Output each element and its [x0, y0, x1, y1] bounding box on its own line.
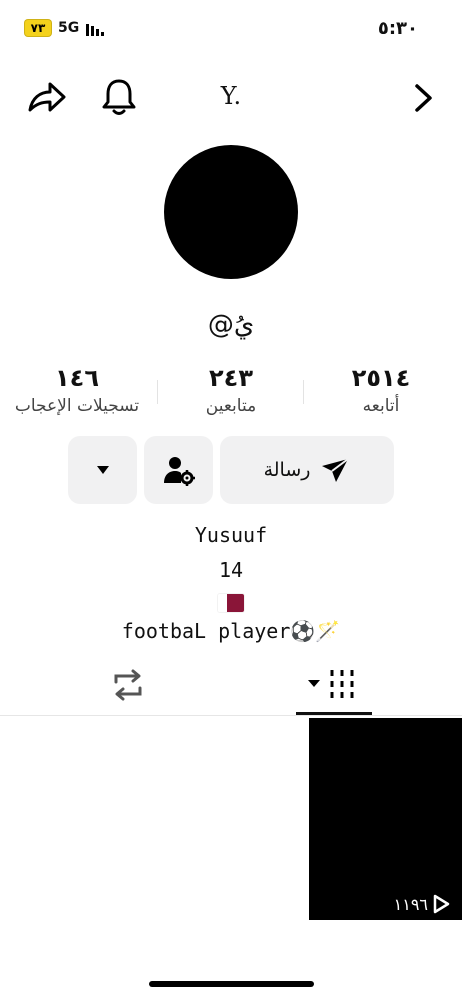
qatar-flag-icon [218, 594, 244, 612]
view-count-value: ١١٩٦ [393, 894, 428, 914]
divider [0, 715, 462, 716]
signal-icon [86, 24, 104, 36]
bio-age: 14 [218, 558, 244, 582]
status-time: ٥:٣٠ [377, 18, 418, 39]
message-button-label: رسالة [263, 459, 311, 481]
follow-settings-button[interactable] [144, 436, 213, 504]
stat-followers-value: ٢٤٣ [209, 364, 253, 392]
stat-following[interactable]: ٢٥١٤ أتابعه [304, 364, 458, 416]
stat-followers[interactable]: ٢٤٣ متابعين [154, 364, 308, 416]
bio-name: Yusuuf [194, 523, 268, 547]
grid-icon[interactable] [306, 668, 360, 700]
username: @يُ [207, 310, 255, 340]
video-thumbnail[interactable]: ١١٩٦ [309, 718, 462, 920]
stat-likes-value: ١٤٦ [55, 364, 99, 392]
view-count: ١١٩٦ [394, 894, 450, 914]
avatar[interactable] [164, 145, 298, 279]
message-button[interactable]: رسالة [220, 436, 394, 504]
bio-description: footbaL player⚽🪄 [121, 619, 341, 643]
stat-likes-label: تسجيلات الإعجاب [14, 396, 140, 416]
play-icon [433, 894, 450, 914]
send-icon [322, 458, 350, 482]
battery-indicator: ٧٣ [24, 19, 52, 37]
more-options-button[interactable] [68, 436, 137, 504]
caret-down-icon [96, 466, 109, 474]
network-type: 5G [58, 20, 80, 36]
chevron-right-icon[interactable] [406, 80, 440, 116]
home-indicator[interactable] [149, 981, 314, 987]
repost-icon[interactable] [108, 668, 148, 702]
stat-likes[interactable]: ١٤٦ تسجيلات الإعجاب [0, 364, 154, 416]
page-title: Y. [220, 82, 242, 110]
stat-following-value: ٢٥١٤ [351, 364, 411, 392]
stat-followers-label: متابعين [205, 396, 257, 416]
stat-following-label: أتابعه [362, 396, 400, 416]
user-settings-icon [163, 457, 195, 486]
